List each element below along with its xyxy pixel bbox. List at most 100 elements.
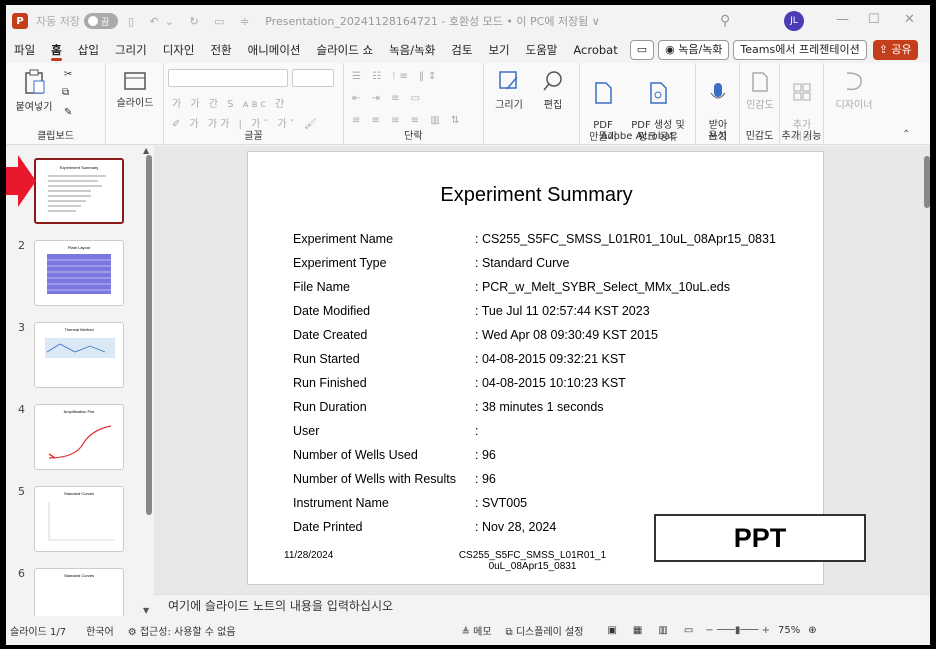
thumbnail-slide-5[interactable]: Standard Curves (34, 486, 124, 552)
current-slide[interactable]: Experiment Summary Experiment Name: CS25… (247, 151, 866, 585)
draw-button[interactable]: 그리기 (490, 69, 528, 111)
zoom-level[interactable]: 75% (778, 625, 800, 636)
tab-review[interactable]: 검토 (443, 37, 480, 63)
collapse-ribbon-icon[interactable]: ⌃ (902, 129, 910, 140)
maximize-icon[interactable]: ☐ (868, 12, 880, 27)
font-name-combo[interactable] (168, 69, 288, 87)
reading-view-icon[interactable]: ▥ (658, 625, 667, 636)
tab-slideshow[interactable]: 슬라이드 쇼 (309, 37, 382, 63)
thumbnail-number: 5 (18, 485, 25, 498)
scroll-down-icon[interactable]: ▼ (143, 606, 149, 615)
cut-icon[interactable]: ✂ (64, 69, 72, 80)
acrobat-group: PDF 만들기 PDF 생성 및 링크 공유 Adobe Acrobat (580, 63, 696, 145)
close-icon[interactable]: ✕ (904, 12, 915, 27)
tab-help[interactable]: 도움말 (518, 37, 566, 63)
tab-acrobat[interactable]: Acrobat (565, 37, 625, 63)
copy-icon[interactable]: ⧉ (62, 87, 69, 98)
addins-icon (793, 83, 811, 101)
fit-slide-icon[interactable]: ⊕ (808, 625, 816, 636)
font-size-combo[interactable] (292, 69, 334, 87)
thumbnail-slide-1[interactable]: Experiment Summary (34, 158, 124, 224)
thumbnail-slide-4[interactable]: Amplification Plot (34, 404, 124, 470)
tab-transitions[interactable]: 전환 (202, 37, 239, 63)
tab-animations[interactable]: 애니메이션 (240, 37, 309, 63)
comments-icon[interactable]: ▭ (629, 40, 655, 60)
sensitivity-group: 민감도 민감도 (740, 63, 780, 145)
slide-title: Experiment Summary (440, 184, 633, 206)
canvas-scrollbar[interactable] (924, 156, 930, 208)
display-settings[interactable]: ⧉ 디스플레이 설정 (506, 623, 584, 638)
new-slide-button[interactable]: 슬라이드 (114, 71, 156, 109)
red-arrow-annotation (6, 155, 36, 207)
thumbnail-slide-3[interactable]: Thermal Method (34, 322, 124, 388)
paste-button[interactable]: 붙여넣기 (14, 69, 54, 113)
teams-present-button[interactable]: Teams에서 프레젠테이션 (733, 40, 867, 60)
ribbon: 붙여넣기 ✂ ⧉ ✎ 클립보드 슬라이드 가 가 간 S ᴀʙᴄ 간 ✐ 가 가… (6, 63, 930, 145)
user-avatar[interactable]: JL (784, 11, 804, 31)
summary-row: Experiment Name: CS255_S5FC_SMSS_L01R01_… (293, 232, 776, 246)
font-format-buttons[interactable]: 가 가 간 S ᴀʙᴄ 간 (172, 95, 287, 110)
tab-file[interactable]: 파일 (6, 37, 43, 63)
search-icon[interactable]: ⚲ (720, 13, 730, 29)
normal-view-icon[interactable]: ▣ (607, 625, 616, 636)
row-key: Number of Wells with Results (293, 472, 457, 486)
designer-button[interactable]: 디자이너 (828, 69, 880, 111)
tab-insert[interactable]: 삽입 (70, 37, 107, 63)
format-painter-icon[interactable]: ✎ (64, 107, 72, 118)
summary-row: Run Finished: 04-08-2015 10:10:23 KST (293, 376, 626, 390)
title-bar: P 자동 저장 끔 ▯ ↶⌄ ↻ ▭ ≑ Presentation_202411… (6, 5, 930, 37)
sensitivity-button[interactable]: 민감도 (742, 69, 778, 111)
scroll-up-icon[interactable]: ▲ (143, 146, 149, 155)
slide-canvas: Experiment Summary Experiment Name: CS25… (154, 146, 930, 594)
summary-row: Date Printed: Nov 28, 2024 (293, 520, 556, 534)
tab-record[interactable]: 녹음/녹화 (381, 37, 443, 63)
slide-footer-date: 11/28/2024 (284, 550, 334, 561)
tab-design[interactable]: 디자인 (155, 37, 203, 63)
minimize-icon[interactable]: — (836, 12, 849, 27)
align-buttons[interactable]: ≡ ≡ ≡ ≡ ▥ ⇅ (352, 115, 463, 126)
summary-row: Number of Wells with Results: 96 (293, 472, 496, 486)
paragraph-group: ☰ ☷ ⁝≡ ‖↕ ⇤ ⇥ ≡ ▭ ≡ ≡ ≡ ≡ ▥ ⇅ 단락 (344, 63, 484, 145)
display-icon: ⧉ (505, 627, 516, 638)
edit-label: 편집 (543, 100, 563, 111)
summary-row: Experiment Type: Standard Curve (293, 256, 570, 270)
record-button[interactable]: ◉ 녹음/녹화 (658, 40, 730, 60)
tab-home[interactable]: 홈 (43, 37, 70, 63)
row-key: File Name (293, 280, 350, 294)
tab-view[interactable]: 보기 (480, 37, 517, 63)
share-button[interactable]: ⇪ 공유 (872, 40, 918, 60)
thumbnail-scrollbar[interactable] (146, 155, 152, 515)
thumbnail-number: 3 (18, 321, 25, 334)
pdf-icon (595, 82, 612, 104)
row-value: : CS255_S5FC_SMSS_L01R01_10uL_08Apr15_08… (475, 232, 776, 246)
row-value: : 04-08-2015 09:32:21 KST (475, 352, 626, 366)
notes-pane[interactable]: 여기에 슬라이드 노트의 내용을 입력하십시오 (154, 594, 930, 616)
slide-sorter-icon[interactable]: ▦ (633, 625, 642, 636)
summary-row: Instrument Name: SVT005 (293, 496, 527, 510)
notes-toggle[interactable]: ≜ 메모 (462, 623, 492, 638)
thumbnail-slide-2[interactable]: Plate Layout (34, 240, 124, 306)
thumbnail-number: 6 (18, 567, 25, 580)
summary-row: User: (293, 424, 478, 438)
powerpoint-logo-icon: P (12, 13, 28, 29)
document-title[interactable]: Presentation_20241128164721 - 호환성 모드 • 이… (265, 13, 600, 29)
voice-group: 받아 쓰기 음성 (696, 63, 740, 145)
autosave-toggle[interactable]: 끔 (83, 13, 118, 29)
zoom-slider[interactable]: − ───▮─── + (705, 625, 770, 636)
plate-layout-mini (47, 254, 111, 294)
accessibility-status[interactable]: ⚙ 접근성: 사용할 수 없음 (128, 623, 236, 638)
row-value: : PCR_w_Melt_SYBR_Select_MMx_10uL.eds (475, 280, 730, 294)
ppt-label-box: PPT (654, 514, 866, 562)
thumbnail-title: Standard Curves (63, 573, 94, 578)
edit-button[interactable]: 편집 (534, 69, 572, 111)
row-value: : Wed Apr 08 09:30:49 KST 2015 (475, 328, 659, 342)
indent-buttons[interactable]: ⇤ ⇥ ≡ ▭ (352, 93, 424, 104)
language-indicator[interactable]: 한국어 (86, 623, 114, 638)
list-buttons[interactable]: ☰ ☷ ⁝≡ ‖↕ (352, 71, 440, 82)
designer-group: 디자이너 (824, 63, 884, 145)
quick-access-icons[interactable]: ▯ ↶⌄ ↻ ▭ ≑ (128, 15, 255, 28)
new-slide-label: 슬라이드 (116, 98, 154, 109)
slideshow-icon[interactable]: ▭ (684, 625, 693, 636)
row-key: Date Modified (293, 304, 371, 318)
tab-draw[interactable]: 그리기 (107, 37, 155, 63)
